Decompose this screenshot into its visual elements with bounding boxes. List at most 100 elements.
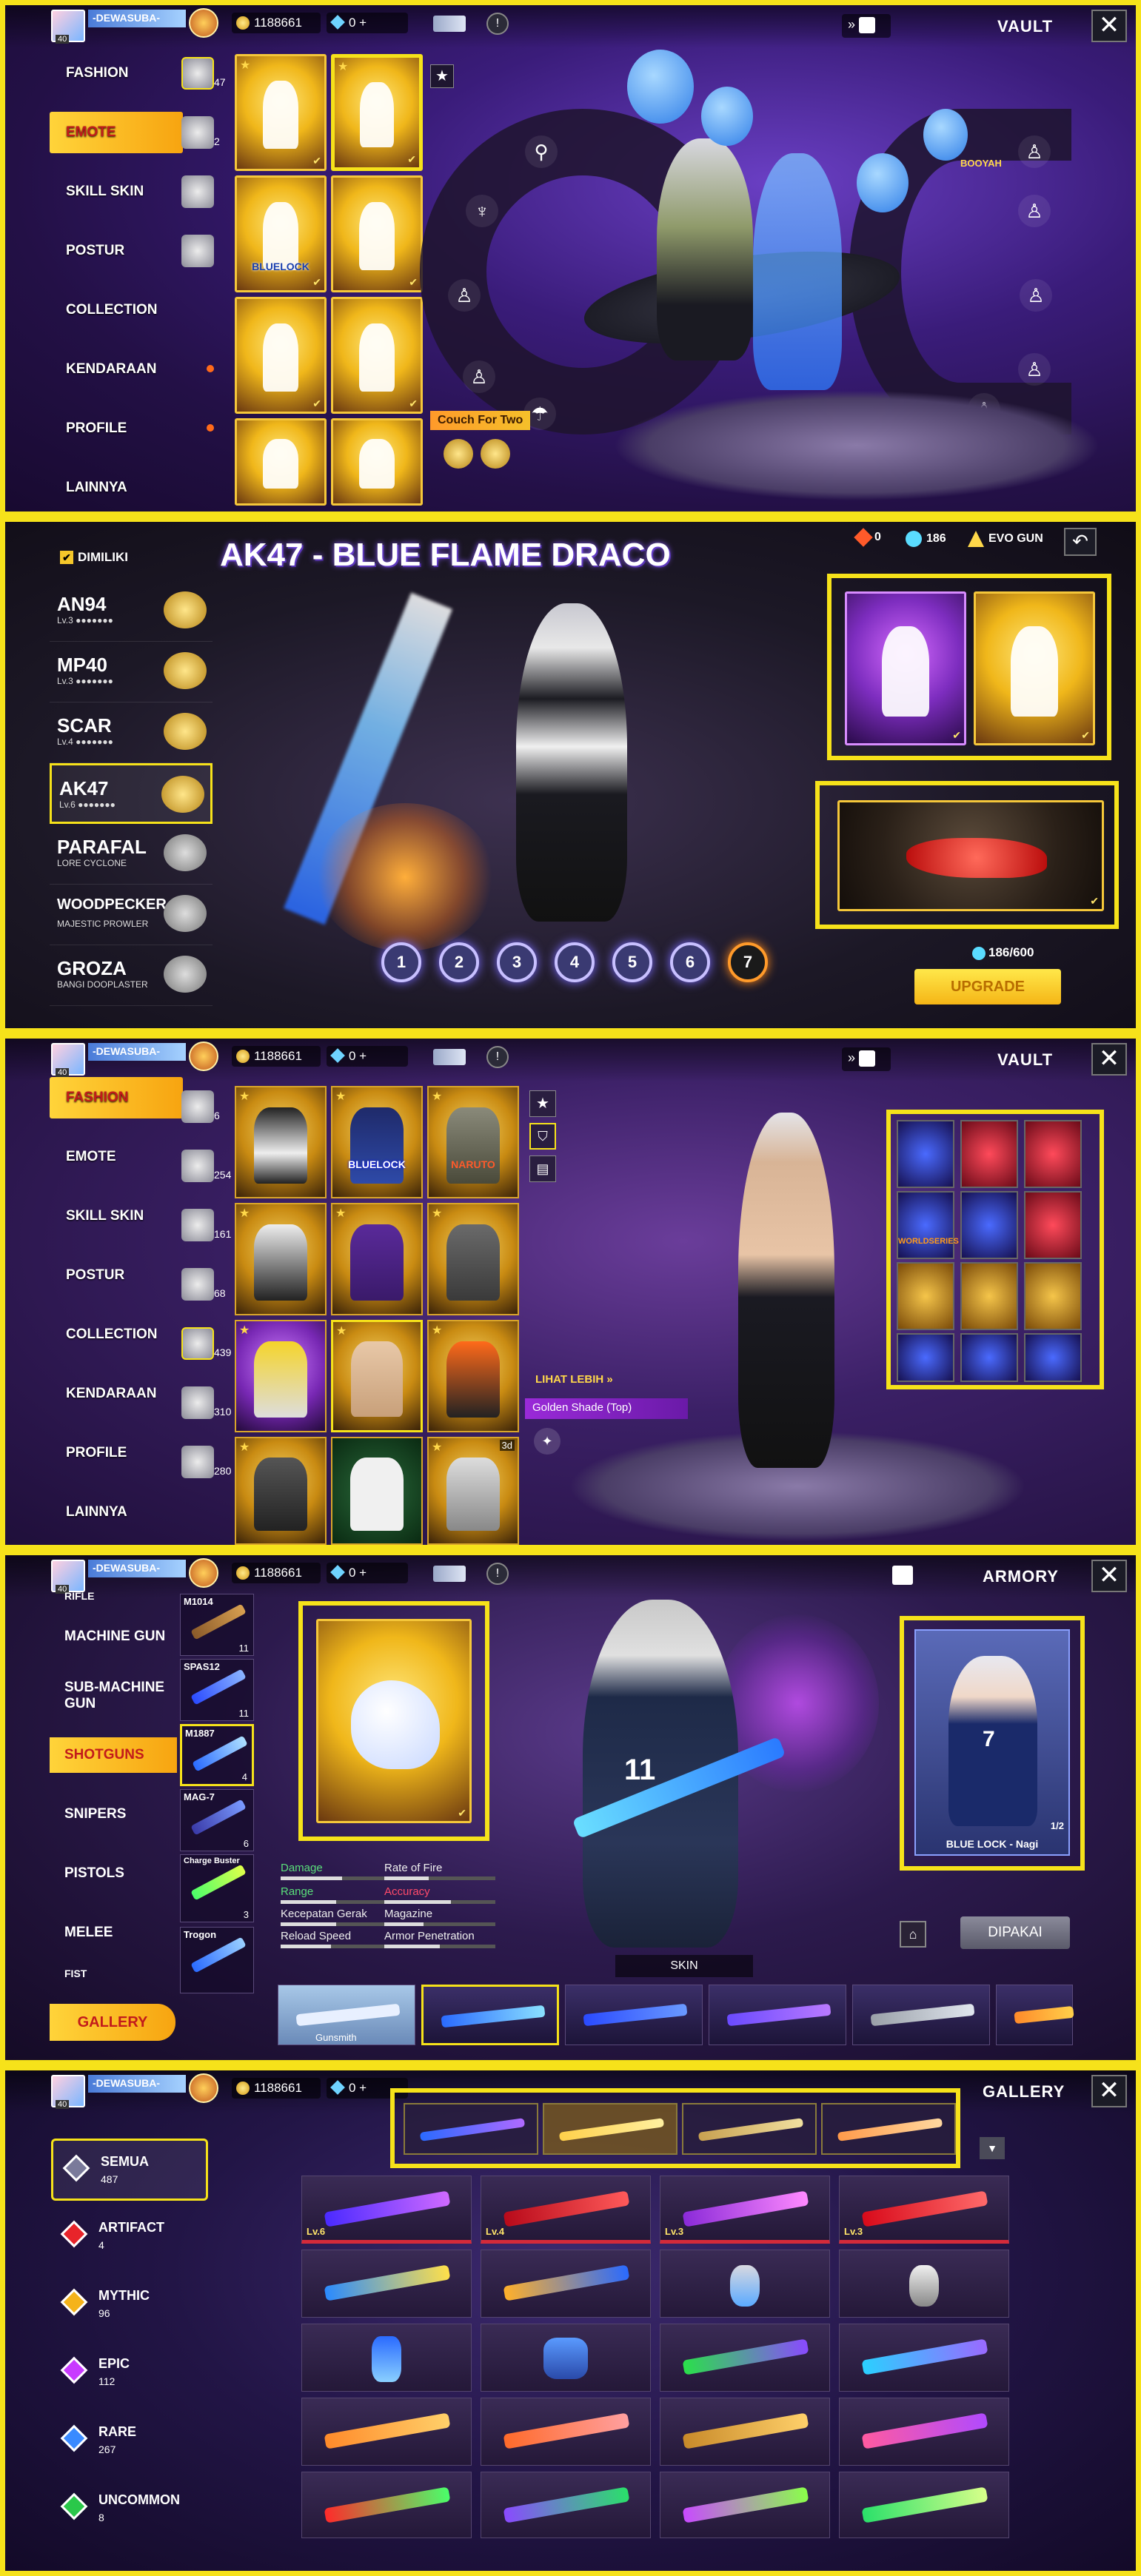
ticket-icon[interactable] <box>433 1049 466 1065</box>
level-1-button[interactable]: 1 <box>381 942 421 982</box>
emote-option-icon[interactable] <box>481 439 510 469</box>
wheel-slot-icon[interactable]: ⚲ <box>525 135 558 168</box>
gallery-item[interactable] <box>481 2472 651 2538</box>
menu-fashion[interactable]: FASHION <box>50 1077 183 1118</box>
menu-postur[interactable]: POSTUR <box>50 221 183 281</box>
gallery-item[interactable] <box>839 2398 1009 2466</box>
skin-tab[interactable]: SKIN <box>615 1955 753 1977</box>
upgrade-button[interactable]: UPGRADE <box>914 969 1061 1004</box>
gallery-item[interactable]: Lv.3 <box>660 2176 830 2244</box>
gallery-item[interactable]: Lv.4 <box>481 2176 651 2244</box>
level-2-button[interactable]: 2 <box>439 942 479 982</box>
collection-item[interactable] <box>897 1120 954 1188</box>
fashion-icon[interactable]: 47 <box>177 44 229 103</box>
gold-counter[interactable]: 1188661 <box>232 1563 321 1583</box>
category-pistols[interactable]: PISTOLS <box>50 1844 177 1903</box>
emote-card[interactable]: BLUELOCK ✔ <box>235 175 327 292</box>
menu-emote[interactable]: EMOTE <box>50 112 183 153</box>
category-sub-machine-gun[interactable]: SUB-MACHINE GUN <box>50 1666 177 1725</box>
outfit-card[interactable]: ★ <box>235 1086 327 1198</box>
owned-filter[interactable]: ✔ DIMILIKI <box>60 550 128 565</box>
wheel-slot-icon[interactable]: ♆ <box>466 195 498 227</box>
skill-skin-icon[interactable] <box>177 162 229 221</box>
gun-item-parafal[interactable]: PARAFAL LORE CYCLONE <box>50 824 213 885</box>
gun-slot-m1887[interactable]: M1887 4 <box>180 1724 254 1786</box>
rarity-artifact[interactable]: ARTIFACT 4 <box>51 2207 208 2269</box>
collection-item[interactable] <box>1024 1120 1082 1188</box>
rank-badge-icon[interactable] <box>189 8 218 38</box>
level-3-button[interactable]: 3 <box>497 942 537 982</box>
gallery-item[interactable]: Lv.6 <box>301 2176 472 2244</box>
gun-item-mp40[interactable]: MP40 Lv.3 ●●●●●●● <box>50 642 213 702</box>
emote-card[interactable]: ✔ <box>235 297 327 414</box>
diamond-counter[interactable]: 0 + <box>327 13 408 33</box>
collection-item[interactable]: WORLDSERIES <box>897 1191 959 1259</box>
gallery-item[interactable] <box>481 2250 651 2318</box>
menu-lainnya[interactable]: LAINNYA <box>50 1483 183 1542</box>
diamond-counter[interactable]: 0 + <box>327 1563 408 1583</box>
gold-counter[interactable]: 1188661 <box>232 13 321 33</box>
emote-card[interactable] <box>235 418 327 506</box>
favorite-slot[interactable] <box>543 2103 677 2155</box>
level-6-button[interactable]: 6 <box>670 942 710 982</box>
home-icon[interactable]: ⌂ <box>900 1921 926 1948</box>
collection-item[interactable] <box>960 1120 1018 1188</box>
rank-badge-icon[interactable] <box>189 2073 218 2103</box>
skin-slot[interactable] <box>421 1985 559 2045</box>
skin-reward-card[interactable]: ✔ <box>837 800 1104 911</box>
collection-item[interactable] <box>960 1262 1018 1330</box>
gallery-item[interactable] <box>839 2472 1009 2538</box>
gun-slot-mag7[interactable]: MAG-7 6 <box>180 1789 254 1851</box>
effect-icon[interactable]: ✦ <box>534 1428 561 1455</box>
rarity-uncommon[interactable]: UNCOMMON 8 <box>51 2479 208 2541</box>
skin-slot[interactable] <box>709 1985 846 2045</box>
reward-card[interactable]: ✔ <box>845 591 966 745</box>
gun-slot-spas12[interactable]: SPAS12 11 <box>180 1659 254 1721</box>
outfit-card[interactable]: ★ <box>427 1203 519 1315</box>
pants-icon[interactable]: 310 <box>177 1373 231 1432</box>
postur-icon[interactable] <box>177 221 229 281</box>
mail-icon[interactable] <box>892 1566 913 1585</box>
category-shotguns[interactable]: SHOTGUNS <box>50 1737 177 1773</box>
gallery-item[interactable] <box>660 2398 830 2466</box>
top-icon[interactable]: 439 <box>177 1314 231 1373</box>
outfit-card-selected[interactable]: ★ <box>331 1320 423 1432</box>
gallery-item[interactable] <box>301 2324 472 2392</box>
gallery-button[interactable]: GALLERY <box>50 2004 175 2041</box>
category-snipers[interactable]: SNIPERS <box>50 1785 177 1844</box>
gallery-item[interactable] <box>839 2324 1009 2392</box>
collection-item[interactable] <box>1024 1262 1082 1330</box>
gallery-item[interactable] <box>301 2472 472 2538</box>
gun-slot-charge-buster[interactable]: Charge Buster 3 <box>180 1854 254 1922</box>
gold-counter[interactable]: 1188661 <box>232 2078 321 2099</box>
wheel-slot-icon[interactable]: ♙ <box>1018 353 1051 386</box>
close-button[interactable]: ✕ <box>1091 1043 1127 1076</box>
collection-item[interactable] <box>1024 1333 1082 1382</box>
back-button[interactable]: ↶ <box>1064 528 1097 556</box>
gallery-item[interactable] <box>481 2324 651 2392</box>
emote-option-icon[interactable] <box>444 439 473 469</box>
rank-badge-icon[interactable] <box>189 1558 218 1588</box>
lihat-lebih-link[interactable]: LIHAT LEBIH » <box>535 1373 613 1386</box>
collection-item[interactable] <box>960 1191 1018 1259</box>
reward-card[interactable]: ✔ <box>974 591 1095 745</box>
level-5-button[interactable]: 5 <box>612 942 652 982</box>
wheel-slot-icon[interactable]: ♙ <box>448 279 481 312</box>
gallery-item[interactable]: Lv.3 <box>839 2176 1009 2244</box>
outfit-card[interactable] <box>331 1437 423 1545</box>
wheel-slot-icon[interactable]: ♙ <box>1020 279 1052 312</box>
emote-card[interactable]: ✔ <box>331 175 423 292</box>
ticket-icon[interactable] <box>433 16 466 32</box>
shoes-icon[interactable]: 280 <box>177 1432 231 1492</box>
category-machine-gun[interactable]: MACHINE GUN <box>50 1607 177 1666</box>
menu-lainnya[interactable]: LAINNYA <box>50 458 183 511</box>
outfit-card[interactable]: ★ NARUTO <box>427 1086 519 1198</box>
outfit-card[interactable]: ★ <box>235 1437 327 1545</box>
menu-kendaraan[interactable]: KENDARAAN <box>50 340 183 399</box>
rarity-epic[interactable]: EPIC 112 <box>51 2343 208 2405</box>
close-button[interactable]: ✕ <box>1091 10 1127 42</box>
favorite-slot[interactable] <box>404 2103 538 2155</box>
dipakai-button[interactable]: DIPAKAI <box>960 1916 1070 1949</box>
wheel-slot-icon[interactable]: ♙ <box>1018 195 1051 227</box>
favorite-star-icon[interactable]: ★ <box>430 64 454 88</box>
